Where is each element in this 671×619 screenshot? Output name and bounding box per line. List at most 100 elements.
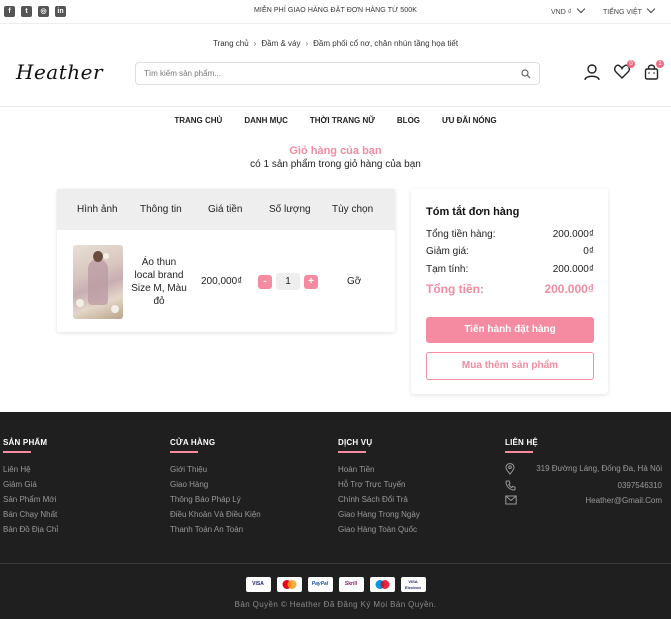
footer-heading-underline — [505, 451, 533, 453]
summary-label: Giảm giá: — [426, 246, 469, 257]
footer-link[interactable]: Thanh Toán An Toàn — [170, 522, 261, 537]
footer-link[interactable]: Giới Thiệu — [170, 462, 261, 477]
search-icon[interactable] — [521, 69, 531, 82]
wishlist-icon[interactable]: 0 — [614, 60, 635, 82]
skrill-icon: Skrill — [338, 577, 364, 592]
footer-column-contact: LIÊN HỆ 319 Đường Láng, Đống Đa, Hà Nội … — [505, 438, 662, 505]
location-pin-icon — [505, 463, 515, 478]
footer-link[interactable]: Chính Sách Đổi Trả — [338, 492, 420, 507]
continue-shopping-button[interactable]: Mua thêm sản phẩm — [426, 352, 594, 380]
currency-select[interactable]: VND ₫ — [551, 4, 586, 16]
cart-title: Giỏ hàng của bạn — [289, 145, 382, 157]
summary-title: Tóm tắt đơn hàng — [426, 206, 520, 218]
footer-heading-underline — [170, 451, 198, 453]
nav-item-women-fashion[interactable]: THỜI TRANG NỮ — [310, 116, 375, 125]
flower-decoration — [111, 305, 119, 313]
contact-email: Heather@Gmail.Com — [505, 495, 662, 511]
column-header-info: Thông tin — [140, 204, 182, 215]
footer-link[interactable]: Hoàn Tiền — [338, 462, 420, 477]
footer-link[interactable]: Thông Báo Pháp Lý — [170, 492, 261, 507]
summary-row-discount: Giảm giá: 0₫ — [426, 246, 594, 257]
table-header: Hình ảnh Thông tin Giá tiền Số lượng Tùy… — [57, 189, 395, 230]
top-bar: f t ◎ in MIỄN PHÍ GIAO HÀNG ĐẶT ĐƠN HÀNG… — [0, 0, 671, 24]
order-summary: Tóm tắt đơn hàng Tổng tiền hàng: 200.000… — [411, 189, 608, 394]
search-input[interactable] — [136, 63, 506, 84]
chevron-right-icon: › — [253, 39, 257, 48]
column-header-image: Hình ảnh — [77, 204, 118, 215]
breadcrumb-product[interactable]: Đầm phối cổ nơ, chân nhún tầng họa tiết — [313, 39, 458, 48]
summary-row-provisional: Tạm tính: 200.000₫ — [426, 264, 594, 275]
logo[interactable]: Heather — [16, 60, 103, 84]
breadcrumb-category[interactable]: Đầm & váy — [261, 39, 300, 48]
header-divider — [0, 106, 671, 107]
cart-icon[interactable]: 1 — [644, 60, 664, 83]
nav-item-hot-deals[interactable]: ƯU ĐÃI NÓNG — [442, 116, 497, 125]
footer-link[interactable]: Giao Hàng — [170, 477, 261, 492]
product-price: 200,000₫ — [201, 276, 243, 287]
product-name-line: local brand — [134, 270, 184, 281]
product-figure-head — [93, 251, 103, 262]
footer-link[interactable]: Hỗ Trợ Trực Tuyến — [338, 477, 420, 492]
summary-value: 0₫ — [583, 246, 594, 257]
nav-item-blog[interactable]: BLOG — [397, 116, 420, 125]
footer-link[interactable]: Giao Hàng Toàn Quốc — [338, 522, 420, 537]
language-select[interactable]: TIẾNG VIỆT — [603, 4, 656, 16]
product-name-line: đỏ — [153, 296, 165, 307]
main-nav: TRANG CHỦ DANH MỤC THỜI TRANG NỮ BLOG ƯU… — [0, 116, 671, 125]
visa-electron-icon: VISA Electron — [400, 577, 426, 592]
footer-link[interactable]: Giảm Giá — [3, 477, 58, 492]
contact-phone-text[interactable]: 0397546310 — [618, 481, 663, 490]
footer-link[interactable]: Giao Hàng Trong Ngày — [338, 507, 420, 522]
footer-heading-underline — [3, 451, 31, 453]
footer-column-products: SẢN PHẨM Liên Hệ Giảm Giá Sản Phẩm Mới B… — [3, 438, 58, 537]
cart-count-badge: 1 — [656, 60, 664, 68]
user-icon[interactable] — [584, 64, 600, 84]
envelope-icon — [505, 495, 517, 508]
footer-column-store: CỬA HÀNG Giới Thiệu Giao Hàng Thông Báo … — [170, 438, 261, 537]
currency-label: VND ₫ — [551, 9, 572, 16]
product-name-line: Size M, Màu — [131, 283, 187, 294]
quantity-increase-button[interactable]: + — [304, 275, 318, 289]
summary-row-subtotal: Tổng tiền hàng: 200.000₫ — [426, 229, 594, 240]
footer-link[interactable]: Liên Hệ — [3, 462, 58, 477]
product-info[interactable]: Áo thun local brand Size M, Màu đỏ — [131, 256, 187, 308]
flower-decoration — [76, 299, 84, 307]
cart-table: Hình ảnh Thông tin Giá tiền Số lượng Tùy… — [57, 189, 395, 332]
summary-row-total: Tổng tiền: 200.000₫ — [426, 282, 594, 296]
footer-link[interactable]: Điều Khoản Và Điều Kiện — [170, 507, 261, 522]
nav-item-categories[interactable]: DANH MỤC — [244, 116, 288, 125]
footer-column-services: DỊCH VỤ Hoàn Tiền Hỗ Trợ Trực Tuyến Chín… — [338, 438, 420, 537]
total-value: 200.000₫ — [544, 282, 594, 296]
nav-item-home[interactable]: TRANG CHỦ — [174, 116, 222, 125]
quantity-decrease-button[interactable]: - — [258, 275, 272, 289]
contact-address: 319 Đường Láng, Đống Đa, Hà Nội — [505, 463, 662, 479]
contact-email-text[interactable]: Heather@Gmail.Com — [585, 496, 662, 505]
footer-heading: SẢN PHẨM — [3, 438, 48, 447]
copyright-text: Bản Quyền © Heather Đã Đăng Ký Mọi Bản Q… — [234, 600, 437, 609]
chevron-right-icon: › — [305, 39, 309, 48]
language-label: TIẾNG VIỆT — [603, 9, 642, 16]
footer-link[interactable]: Bán Chạy Nhất — [3, 507, 58, 522]
product-image[interactable] — [73, 245, 123, 319]
summary-value: 200.000₫ — [552, 264, 594, 275]
breadcrumb-home[interactable]: Trang chủ — [213, 39, 249, 48]
payment-methods: VISA PayPal Skrill VISA Electron — [0, 577, 671, 592]
breadcrumb: Trang chủ › Đầm & váy › Đầm phối cổ nơ, chân… — [0, 39, 671, 48]
paypal-icon: PayPal — [307, 577, 333, 592]
footer: SẢN PHẨM Liên Hệ Giảm Giá Sản Phẩm Mới B… — [0, 412, 671, 619]
column-header-price: Giá tiền — [208, 204, 243, 215]
checkout-button[interactable]: Tiến hành đặt hàng — [426, 317, 594, 343]
footer-link[interactable]: Bản Đồ Địa Chỉ — [3, 522, 58, 537]
footer-link[interactable]: Sản Phẩm Mới — [3, 492, 58, 507]
footer-heading-underline — [338, 451, 366, 453]
product-name-line: Áo thun — [141, 257, 177, 268]
visa-icon: VISA — [245, 577, 271, 592]
maestro-icon — [369, 577, 395, 592]
wishlist-count-badge: 0 — [627, 60, 635, 68]
flower-decoration — [103, 253, 109, 259]
quantity-input[interactable] — [276, 273, 300, 290]
contact-phone: 0397546310 — [505, 480, 663, 496]
remove-item-button[interactable]: Gỡ — [347, 276, 361, 287]
product-figure — [88, 259, 108, 305]
footer-heading: LIÊN HỆ — [505, 438, 538, 447]
